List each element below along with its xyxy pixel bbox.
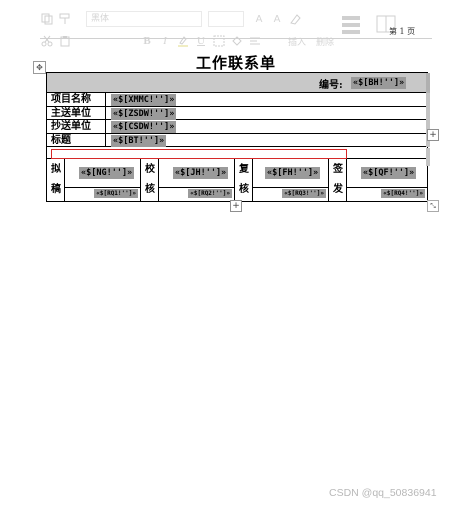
project-name-merge-field[interactable]: «$[XMMC!'']» [111, 94, 177, 106]
paste-icon[interactable] [58, 34, 72, 48]
toolbar-row-style: B I U 插入 删除 [40, 32, 344, 50]
contact-form-table: 编号: «$[BH!'']» 项目名称 «$[XMMC!'']» 主送单位 «$… [46, 72, 428, 203]
format-painter-icon[interactable] [58, 12, 72, 26]
font-color-button[interactable]: U [194, 34, 208, 48]
check-label-top: 校 [145, 164, 155, 176]
subject-row: 标题 «$[BT!'']» [47, 133, 427, 148]
review-label-top: 复 [239, 164, 249, 176]
signature-row: 拟 稿 «$[NG!'']» «$[RQ1!'']» 校 核 «$[JH!'']… [47, 159, 427, 202]
project-name-row: 项目名称 «$[XMMC!'']» [47, 93, 427, 107]
table-move-handle-icon[interactable]: ✥ [33, 61, 46, 74]
floating-format-toolbar: 黑体 A A B I U 插入 删除 [40, 8, 420, 50]
main-recipient-merge-field[interactable]: «$[ZSDW!'']» [111, 107, 177, 120]
subject-merge-field[interactable]: «$[BT!'']» [111, 134, 167, 147]
clear-format-icon[interactable] [288, 12, 302, 26]
align-icon[interactable] [248, 34, 262, 48]
row-marker [426, 73, 430, 93]
review-value-cell: «$[FH!'']» «$[RQ3!'']» [253, 159, 329, 202]
draft-label-cell: 拟 稿 [47, 159, 65, 202]
issue-merge-field[interactable]: «$[QF!'']» [361, 167, 417, 180]
issue-date-merge-field[interactable]: «$[RQ4!'']» [381, 189, 425, 199]
review-label-cell: 复 核 [235, 159, 253, 202]
issue-label-top: 签 [333, 164, 343, 176]
check-value-cell: «$[JH!'']» «$[RQ2!'']» [159, 159, 235, 202]
table-style-icon[interactable] [340, 12, 362, 44]
font-grow-button[interactable]: A [252, 12, 266, 26]
selection-highlight-box [51, 149, 347, 160]
number-row: 编号: «$[BH!'']» [47, 73, 427, 93]
draft-value-cell: «$[NG!'']» «$[RQ1!'']» [65, 159, 141, 202]
review-label-bottom: 核 [239, 184, 249, 196]
draft-label-bottom: 稿 [51, 184, 61, 196]
number-merge-field[interactable]: «$[BH!'']» [351, 77, 407, 89]
highlight-color-icon[interactable] [176, 34, 190, 48]
table-resize-icon[interactable]: ⤡ [427, 200, 439, 212]
copy-icon[interactable] [40, 12, 54, 26]
project-name-label: 项目名称 [51, 93, 106, 106]
check-merge-field[interactable]: «$[JH!'']» [173, 167, 229, 180]
bold-button[interactable]: B [140, 34, 154, 48]
font-size-select[interactable] [208, 11, 244, 27]
cc-recipient-label: 抄送单位 [51, 120, 106, 133]
check-label-cell: 校 核 [141, 159, 159, 202]
row-marker [426, 148, 430, 166]
insert-button[interactable]: 插入 [288, 35, 306, 48]
italic-button[interactable]: I [158, 34, 172, 48]
check-label-bottom: 核 [145, 184, 155, 196]
draft-label-top: 拟 [51, 164, 61, 176]
number-label: 编号: [319, 80, 343, 91]
font-name-select[interactable]: 黑体 [86, 11, 202, 27]
cut-icon[interactable] [40, 34, 54, 48]
add-row-button[interactable]: + [230, 200, 242, 212]
add-column-button[interactable]: + [427, 129, 439, 141]
issue-label-cell: 签 发 [329, 159, 347, 202]
cc-recipient-merge-field[interactable]: «$[CSDW!'']» [111, 121, 177, 134]
toolbar-row-font: 黑体 A A [40, 10, 306, 28]
main-recipient-label: 主送单位 [51, 106, 106, 120]
check-date-merge-field[interactable]: «$[RQ2!'']» [188, 189, 232, 199]
shading-icon[interactable] [230, 34, 244, 48]
font-shrink-button[interactable]: A [270, 12, 284, 26]
content-row[interactable] [47, 147, 427, 160]
subject-label: 标题 [51, 133, 106, 147]
draft-merge-field[interactable]: «$[NG!'']» [79, 167, 135, 180]
page-number: 第 1 页 [389, 27, 416, 36]
review-merge-field[interactable]: «$[FH!'']» [265, 167, 321, 180]
review-date-merge-field[interactable]: «$[RQ3!'']» [282, 189, 326, 199]
issue-value-cell: «$[QF!'']» «$[RQ4!'']» [347, 159, 427, 201]
page-header-line [40, 38, 432, 39]
main-recipient-row: 主送单位 «$[ZSDW!'']» [47, 106, 427, 121]
watermark: CSDN @qq_50836941 [329, 487, 437, 499]
issue-label-bottom: 发 [333, 184, 343, 196]
document-title: 工作联系单 [195, 54, 276, 72]
border-icon[interactable] [212, 34, 226, 48]
delete-button[interactable]: 删除 [316, 35, 334, 48]
draft-date-merge-field[interactable]: «$[RQ1!'']» [94, 189, 138, 199]
cc-recipient-row: 抄送单位 «$[CSDW!'']» [47, 120, 427, 134]
